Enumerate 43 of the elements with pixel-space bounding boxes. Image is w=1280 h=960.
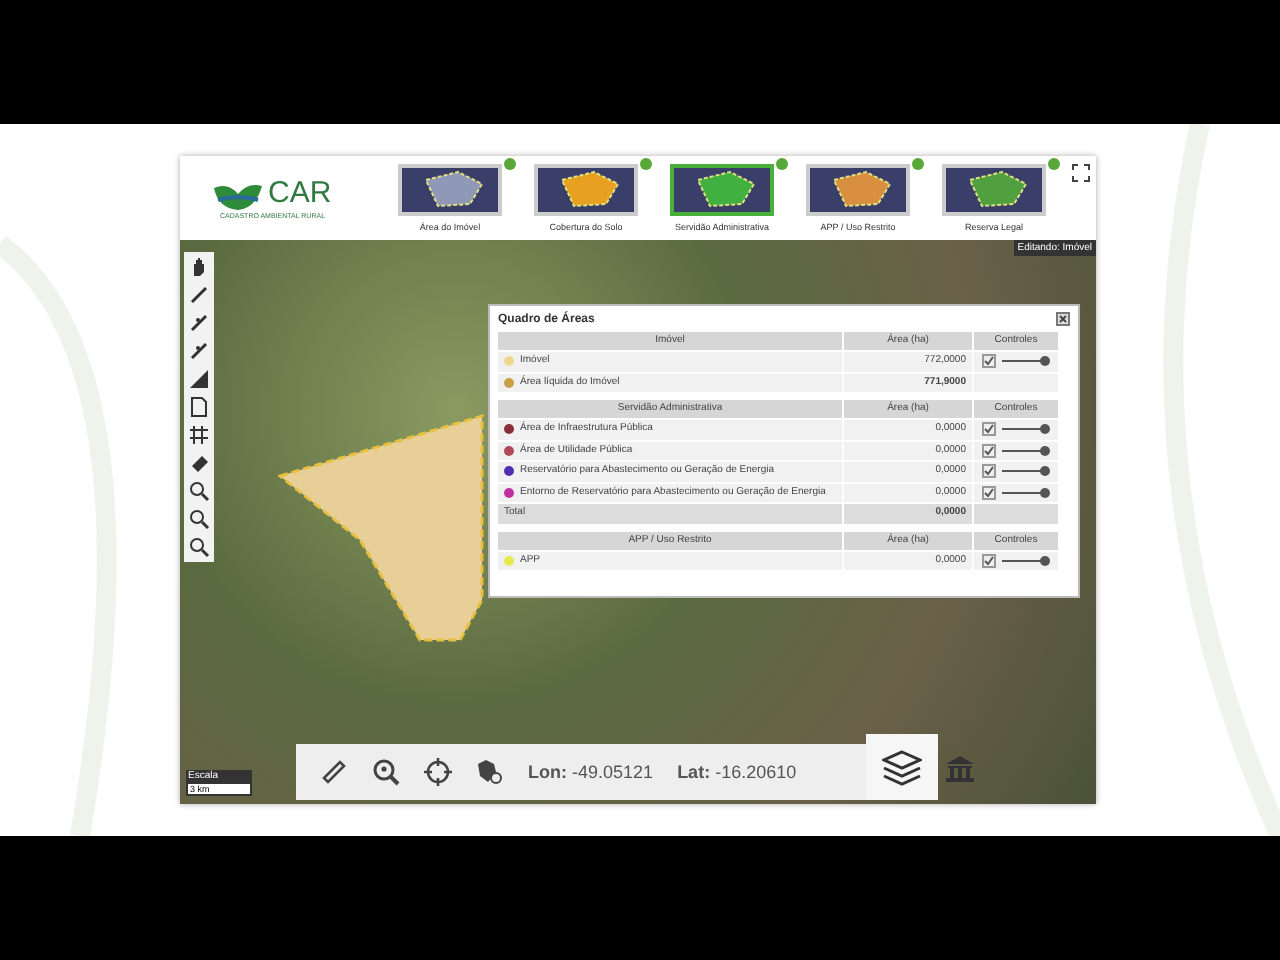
step-thumbnail[interactable] [398,164,502,216]
visibility-checkbox[interactable] [982,553,996,568]
pencil-icon[interactable] [188,284,210,306]
ruler-icon[interactable] [320,758,348,786]
table-cell [974,504,1058,523]
coordinate-label: Lat: [677,762,711,782]
visibility-checkbox[interactable] [982,443,996,458]
coordinate-label: Lon: [528,762,567,782]
layers-icon [882,749,922,785]
map-search-icon[interactable] [476,758,504,786]
satellite-map[interactable] [180,240,1096,804]
zoom-box-icon[interactable] [188,536,210,558]
step-thumbnail[interactable] [942,164,1046,216]
document-icon[interactable] [188,396,210,418]
help-icon[interactable] [912,158,924,170]
pan-hand-icon[interactable] [188,256,210,278]
help-icon[interactable] [776,158,788,170]
coordinate-value: -16.20610 [715,762,797,782]
help-icon[interactable] [504,158,516,170]
eraser-icon[interactable] [188,452,210,474]
visibility-checkbox[interactable] [982,485,996,500]
location-search-icon[interactable] [372,758,400,786]
layers-button[interactable] [866,734,938,800]
coordinate-value: -49.05121 [572,762,654,782]
visibility-checkbox[interactable] [982,422,996,437]
close-icon[interactable] [1056,312,1070,326]
help-icon[interactable] [1048,158,1060,170]
step-thumbnail[interactable] [534,164,638,216]
help-icon[interactable] [640,158,652,170]
leaf-logo-icon [212,182,264,214]
visibility-checkbox[interactable] [982,464,996,479]
step-thumbnail[interactable] [806,164,910,216]
zoom-in-icon[interactable] [188,480,210,502]
grid-icon[interactable] [188,424,210,446]
triangle-icon[interactable] [188,368,210,390]
fullscreen-icon[interactable] [1072,164,1090,182]
polyline-icon[interactable] [188,312,210,334]
line-icon[interactable] [188,340,210,362]
zoom-out-icon[interactable] [188,508,210,530]
step-thumbnail[interactable] [670,164,774,216]
crosshair-icon[interactable] [424,758,452,786]
logo-title: CAR [268,177,332,207]
visibility-checkbox[interactable] [982,354,996,369]
